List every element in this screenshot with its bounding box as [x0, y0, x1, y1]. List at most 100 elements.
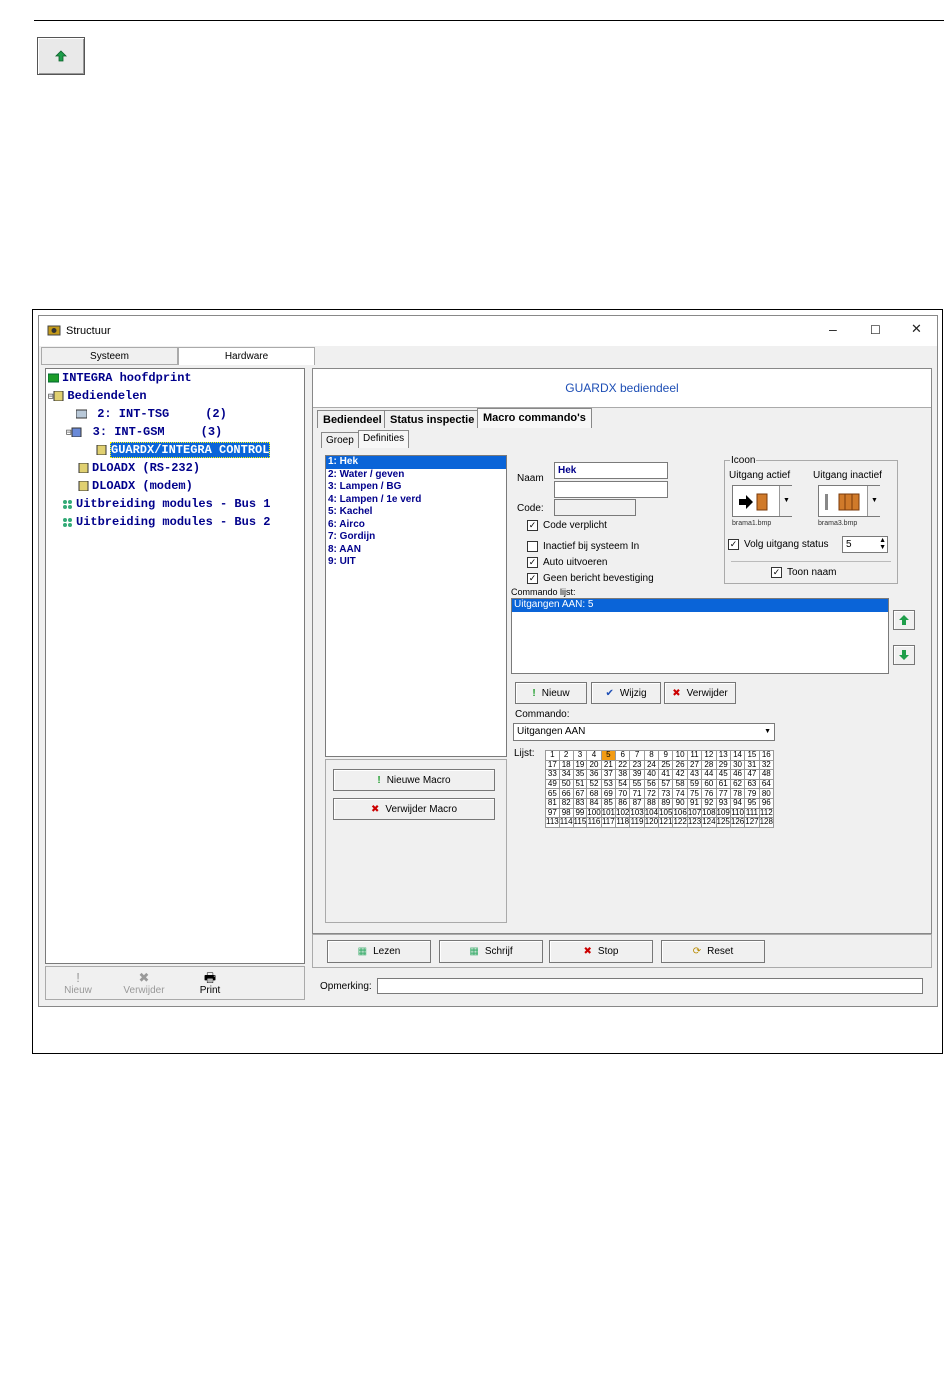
output-cell[interactable]: 83 [572, 797, 588, 809]
dropdown-arrow-icon[interactable]: ▼ [867, 486, 881, 516]
output-cell[interactable]: 22 [615, 759, 631, 771]
output-cell[interactable]: 2 [558, 750, 574, 761]
output-cell[interactable]: 48 [758, 769, 774, 780]
output-cell[interactable]: 41 [658, 769, 674, 780]
output-cell[interactable]: 26 [672, 759, 688, 771]
output-cell[interactable]: 105 [658, 807, 674, 819]
active-icon-select[interactable]: ▼ [732, 485, 793, 517]
output-cell[interactable]: 37 [600, 769, 617, 780]
macro-item[interactable]: 1: Hek [326, 456, 506, 469]
naam-input-2[interactable] [554, 481, 668, 498]
output-cell[interactable]: 52 [586, 778, 602, 790]
output-cell[interactable]: 56 [643, 778, 660, 790]
output-cell[interactable]: 113 [545, 817, 560, 828]
output-cell[interactable]: 110 [729, 807, 746, 819]
macro-item[interactable]: 8: AAN [326, 544, 506, 557]
output-cell[interactable]: 60 [701, 778, 717, 790]
output-cell[interactable]: 63 [744, 778, 760, 790]
output-cell[interactable]: 117 [600, 817, 617, 828]
output-cell[interactable]: 10 [672, 750, 688, 761]
output-cell[interactable]: 55 [629, 778, 645, 790]
output-cell[interactable]: 28 [701, 759, 717, 771]
output-cell[interactable]: 91 [686, 797, 703, 809]
output-cell[interactable]: 7 [629, 750, 645, 761]
minimize-button[interactable]: – [829, 321, 837, 337]
new-button[interactable]: ! Nieuw [46, 967, 110, 999]
move-up-button[interactable] [893, 610, 915, 630]
output-cell[interactable]: 115 [572, 817, 588, 828]
toon-naam-checkbox[interactable]: ✓ Toon naam [771, 567, 836, 578]
output-cell[interactable]: 88 [643, 797, 660, 809]
output-cell[interactable]: 86 [615, 797, 631, 809]
output-cell[interactable]: 112 [758, 807, 774, 819]
output-cell[interactable]: 114 [558, 817, 574, 828]
macro-item[interactable]: 5: Kachel [326, 506, 506, 519]
output-cell[interactable]: 57 [658, 778, 674, 790]
output-cell[interactable]: 18 [558, 759, 574, 771]
output-cell[interactable]: 29 [715, 759, 731, 771]
output-cell[interactable]: 11 [686, 750, 703, 761]
output-cell[interactable]: 1 [545, 750, 560, 761]
tree-item-bediendelen[interactable]: ⊟ Bediendelen [48, 389, 147, 403]
output-cell[interactable]: 97 [545, 807, 560, 819]
output-cell[interactable]: 111 [744, 807, 760, 819]
output-cell[interactable]: 93 [715, 797, 731, 809]
output-cell[interactable]: 92 [701, 797, 717, 809]
output-cell[interactable]: 14 [729, 750, 746, 761]
output-cell[interactable]: 30 [729, 759, 746, 771]
output-cell[interactable]: 128 [758, 817, 774, 828]
edit-command-button[interactable]: ✔ Wijzig [591, 682, 661, 704]
output-cell[interactable]: 32 [758, 759, 774, 771]
output-cell[interactable]: 16 [758, 750, 774, 761]
output-cell[interactable]: 24 [643, 759, 660, 771]
scroll-up-button[interactable] [37, 37, 85, 75]
output-cell[interactable]: 123 [686, 817, 703, 828]
output-cell[interactable]: 50 [558, 778, 574, 790]
move-down-button[interactable] [893, 645, 915, 665]
output-cell[interactable]: 51 [572, 778, 588, 790]
macro-item[interactable]: 7: Gordijn [326, 531, 506, 544]
output-cell[interactable]: 20 [586, 759, 602, 771]
output-cell[interactable]: 119 [629, 817, 645, 828]
stop-button[interactable]: ✖ Stop [549, 940, 653, 963]
tree-item-dloadx-rs232[interactable]: DLOADX (RS-232) [78, 461, 200, 475]
output-cell[interactable]: 47 [744, 769, 760, 780]
output-cell[interactable]: 72 [643, 788, 660, 799]
output-cell[interactable]: 76 [701, 788, 717, 799]
output-cell[interactable]: 127 [744, 817, 760, 828]
output-cell[interactable]: 85 [600, 797, 617, 809]
output-cell[interactable]: 99 [572, 807, 588, 819]
output-cell[interactable]: 54 [615, 778, 631, 790]
output-cell[interactable]: 21 [600, 759, 617, 771]
output-cell[interactable]: 94 [729, 797, 746, 809]
macro-item[interactable]: 2: Water / geven [326, 469, 506, 482]
output-cell[interactable]: 15 [744, 750, 760, 761]
output-cell[interactable]: 45 [715, 769, 731, 780]
auto-uitvoeren-checkbox[interactable]: ✓ Auto uitvoeren [527, 557, 608, 568]
output-cell[interactable]: 69 [600, 788, 617, 799]
output-cell[interactable]: 89 [658, 797, 674, 809]
output-cell[interactable]: 118 [615, 817, 631, 828]
output-cell[interactable]: 122 [672, 817, 688, 828]
output-cell[interactable]: 49 [545, 778, 560, 790]
output-cell[interactable]: 100 [586, 807, 602, 819]
output-cell[interactable]: 82 [558, 797, 574, 809]
code-input[interactable] [554, 499, 636, 516]
output-cell[interactable]: 23 [629, 759, 645, 771]
output-cell[interactable]: 35 [572, 769, 588, 780]
output-cell[interactable]: 87 [629, 797, 645, 809]
output-cell[interactable]: 17 [545, 759, 560, 771]
output-cell[interactable]: 31 [744, 759, 760, 771]
maximize-button[interactable]: ☐ [870, 323, 881, 337]
output-cell[interactable]: 124 [701, 817, 717, 828]
output-cell[interactable]: 95 [744, 797, 760, 809]
output-cell[interactable]: 96 [758, 797, 774, 809]
tree-item-guardx[interactable]: GUARDX/INTEGRA CONTROL [96, 442, 271, 458]
output-cell[interactable]: 58 [672, 778, 688, 790]
output-cell[interactable]: 109 [715, 807, 731, 819]
output-cell[interactable]: 125 [715, 817, 731, 828]
output-cell[interactable]: 6 [615, 750, 631, 761]
output-cell[interactable]: 78 [729, 788, 746, 799]
output-cell[interactable]: 73 [658, 788, 674, 799]
output-cell[interactable]: 9 [658, 750, 674, 761]
